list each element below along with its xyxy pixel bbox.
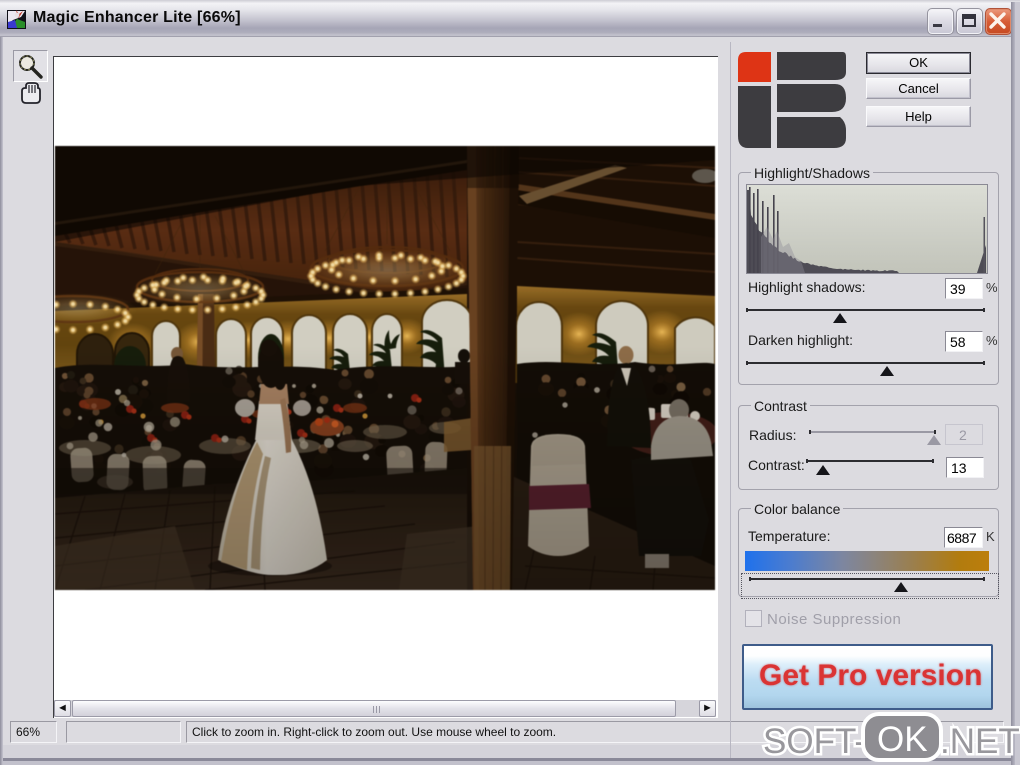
svg-text:.NET: .NET bbox=[940, 722, 1020, 761]
svg-text:OK: OK bbox=[877, 720, 928, 759]
svg-text:SOFT-: SOFT- bbox=[763, 722, 866, 761]
